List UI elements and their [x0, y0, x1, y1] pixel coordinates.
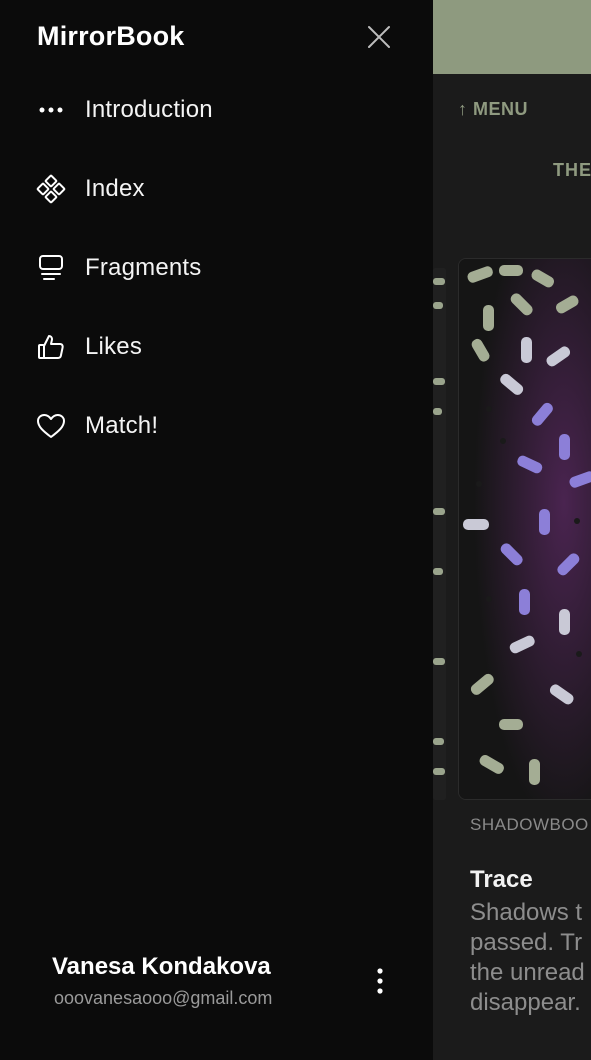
nav-item-label: Introduction — [85, 95, 213, 123]
nav-item-label: Likes — [85, 332, 143, 360]
app-title: MirrorBook — [37, 21, 185, 51]
card-category: SHADOWBOO — [470, 815, 589, 834]
nav-item-introduction[interactable]: Introduction — [0, 70, 433, 149]
user-name: Vanesa Kondakova — [52, 953, 271, 980]
navigation-drawer: MirrorBook Introduction Index Fragments … — [0, 0, 433, 1060]
heart-icon — [36, 411, 66, 441]
artwork-card-image[interactable] — [458, 258, 591, 800]
fragments-icon — [36, 253, 66, 283]
close-icon — [368, 26, 390, 48]
nav-item-label: Index — [85, 174, 145, 202]
more-vertical-icon — [377, 968, 383, 994]
more-horizontal-icon — [36, 95, 66, 125]
drawer-header: MirrorBook — [0, 0, 433, 74]
artwork-thumbnail-left[interactable] — [433, 268, 446, 800]
menu-link[interactable]: ↑ MENU — [458, 99, 528, 120]
card-title: Trace — [470, 866, 533, 893]
nav-item-match[interactable]: Match! — [0, 386, 433, 465]
thumbs-up-icon — [36, 332, 66, 362]
user-email: ooovanesaooo@gmail.com — [54, 988, 273, 1008]
section-heading: THE — [553, 160, 591, 180]
drawer-nav: Introduction Index Fragments Likes Match… — [0, 70, 433, 465]
top-app-bar — [433, 0, 591, 74]
index-grid-icon — [36, 174, 66, 204]
nav-item-label: Match! — [85, 411, 159, 439]
nav-item-label: Fragments — [85, 253, 202, 281]
close-button[interactable] — [364, 22, 394, 52]
nav-item-likes[interactable]: Likes — [0, 307, 433, 386]
nav-item-fragments[interactable]: Fragments — [0, 228, 433, 307]
card-description: Shadows t passed. Tr the unread disappea… — [470, 899, 585, 1016]
nav-item-index[interactable]: Index — [0, 149, 433, 228]
account-menu-button[interactable] — [364, 964, 396, 998]
